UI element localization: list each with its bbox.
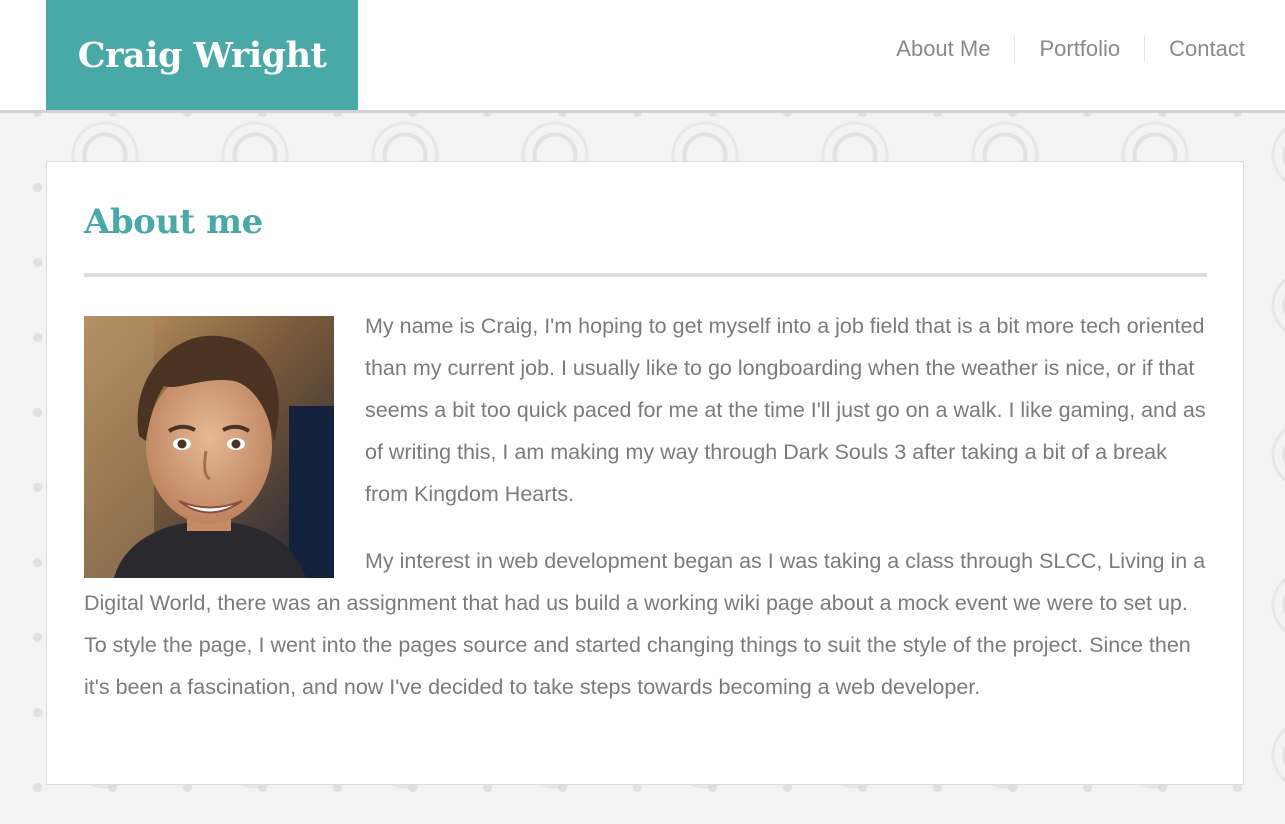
nav-link-portfolio[interactable]: Portfolio (1014, 36, 1144, 62)
brand-logo[interactable]: Craig Wright (46, 0, 358, 110)
nav-link-about-me[interactable]: About Me (872, 36, 1014, 62)
page-title: About me (84, 202, 263, 242)
about-card: About me My name is Craig, I'm hoping to… (46, 161, 1244, 785)
profile-photo (84, 316, 334, 578)
heading-divider (84, 273, 1207, 277)
nav-link-contact[interactable]: Contact (1144, 36, 1245, 62)
main-nav: About Me Portfolio Contact (872, 36, 1245, 62)
site-header: Craig Wright About Me Portfolio Contact (0, 0, 1285, 113)
brand-name[interactable]: Craig Wright (78, 35, 327, 76)
about-content: My name is Craig, I'm hoping to get myse… (84, 305, 1209, 733)
